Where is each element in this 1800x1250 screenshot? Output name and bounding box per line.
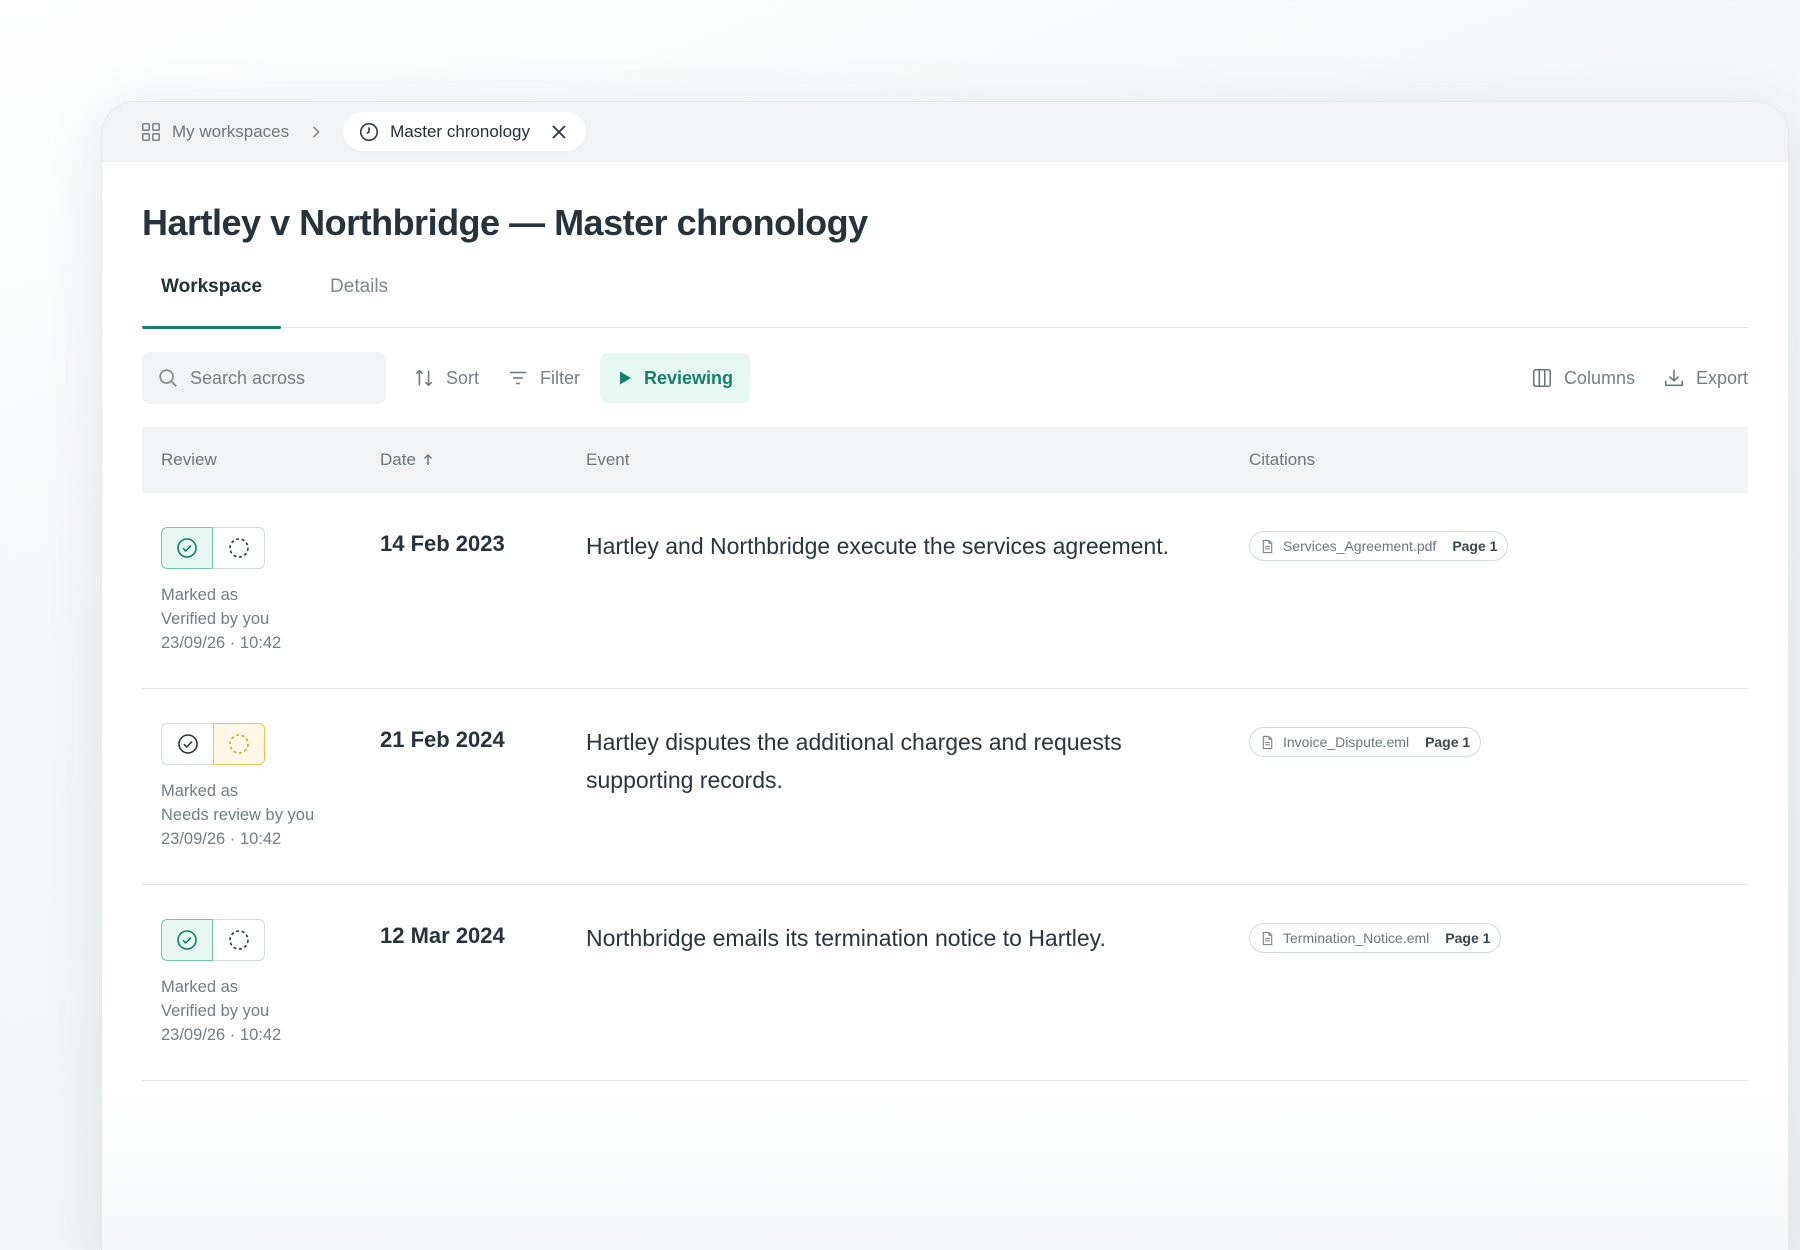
citation-chip[interactable]: Services_Agreement.pdf Page 1 bbox=[1249, 531, 1509, 561]
columns-button[interactable]: Columns bbox=[1531, 352, 1635, 404]
chevron-right-icon bbox=[312, 125, 320, 138]
citation-page: Page 1 bbox=[1445, 930, 1491, 946]
grid-icon bbox=[141, 122, 161, 141]
citation-file: Services_Agreement.pdf bbox=[1283, 538, 1437, 554]
tab-workspace[interactable]: Workspace bbox=[142, 264, 282, 329]
close-tab-button[interactable] bbox=[550, 123, 568, 141]
document-icon bbox=[1262, 539, 1273, 553]
toolbar: Sort Filter Reviewing Columns Export bbox=[142, 352, 1748, 404]
search-box[interactable] bbox=[142, 352, 386, 404]
needs-review-toggle[interactable] bbox=[213, 919, 265, 961]
dashed-circle-icon bbox=[229, 734, 249, 754]
review-status-text: Verified by you bbox=[161, 1002, 270, 1020]
filter-icon bbox=[509, 371, 527, 385]
arrow-up-icon bbox=[423, 453, 432, 465]
header-date[interactable]: Date bbox=[380, 450, 586, 470]
dashed-circle-icon bbox=[228, 930, 249, 950]
reviewing-label: Reviewing bbox=[644, 367, 734, 388]
header-review[interactable]: Review bbox=[142, 450, 380, 470]
dashed-circle-icon bbox=[228, 538, 249, 558]
date-cell: 12 Mar 2024 bbox=[380, 923, 505, 948]
breadcrumb-separator bbox=[309, 125, 323, 139]
review-cell: Marked as Needs review by you 23/09/26 ·… bbox=[142, 723, 380, 851]
top-bar: My workspaces Master chronology bbox=[102, 102, 1788, 162]
review-cell: Marked as Verified by you 23/09/26 · 10:… bbox=[142, 527, 380, 655]
columns-label: Columns bbox=[1563, 367, 1635, 388]
date-cell: 21 Feb 2024 bbox=[380, 727, 505, 752]
verified-toggle[interactable] bbox=[161, 919, 213, 961]
review-timestamp: 23/09/26 · 10:42 bbox=[161, 634, 282, 652]
citation-page: Page 1 bbox=[1452, 538, 1498, 554]
header-date-label: Date bbox=[380, 450, 416, 469]
review-status-text: Needs review by you bbox=[161, 806, 315, 824]
verified-toggle[interactable] bbox=[161, 723, 213, 765]
search-icon bbox=[159, 369, 177, 387]
header-citations[interactable]: Citations bbox=[1249, 450, 1748, 470]
table-header: Review Date Event Citations bbox=[142, 427, 1748, 493]
breadcrumb-my-workspaces[interactable]: My workspaces bbox=[140, 121, 289, 143]
citations-cell: Termination_Notice.eml Page 1 bbox=[1249, 919, 1748, 953]
sort-button[interactable]: Sort bbox=[399, 352, 493, 404]
citation-chip[interactable]: Termination_Notice.eml Page 1 bbox=[1249, 923, 1502, 953]
review-toggle-group bbox=[161, 723, 380, 765]
citation-file: Termination_Notice.eml bbox=[1283, 930, 1430, 946]
filter-button[interactable]: Filter bbox=[493, 352, 594, 404]
search-input[interactable] bbox=[190, 367, 370, 389]
clock-icon bbox=[360, 122, 379, 141]
citation-chip[interactable]: Invoice_Dispute.eml Page 1 bbox=[1249, 727, 1482, 757]
play-icon bbox=[620, 371, 632, 385]
open-tab-master-chronology[interactable]: Master chronology bbox=[343, 112, 586, 151]
page-title: Hartley v Northbridge — Master chronolog… bbox=[142, 202, 868, 243]
download-icon bbox=[1664, 369, 1683, 387]
review-meta-line: Marked as bbox=[161, 586, 239, 604]
check-circle-icon bbox=[177, 538, 197, 558]
review-toggle-group bbox=[161, 919, 380, 961]
verified-toggle[interactable] bbox=[161, 527, 213, 569]
breadcrumb-home-label: My workspaces bbox=[172, 121, 290, 141]
header-event[interactable]: Event bbox=[586, 450, 1249, 470]
export-label: Export bbox=[1695, 367, 1748, 388]
citation-file: Invoice_Dispute.eml bbox=[1283, 734, 1410, 750]
review-meta: Marked as Verified by you 23/09/26 · 10:… bbox=[161, 583, 380, 655]
needs-review-toggle[interactable] bbox=[213, 527, 265, 569]
review-cell: Marked as Verified by you 23/09/26 · 10:… bbox=[142, 919, 380, 1047]
app-window: My workspaces Master chronology Hartley … bbox=[101, 101, 1789, 1250]
tab-bar: Workspace Details bbox=[142, 264, 1748, 329]
chronology-table: Review Date Event Citations Marked as Ve… bbox=[142, 427, 1748, 1081]
citation-page: Page 1 bbox=[1425, 734, 1471, 750]
review-meta: Marked as Needs review by you 23/09/26 ·… bbox=[161, 779, 380, 851]
table-row[interactable]: Marked as Needs review by you 23/09/26 ·… bbox=[142, 689, 1748, 885]
review-toggle-group bbox=[161, 527, 380, 569]
main-content: Hartley v Northbridge — Master chronolog… bbox=[142, 162, 1748, 1081]
event-cell[interactable]: Northbridge emails its termination notic… bbox=[586, 919, 1249, 957]
reviewing-button[interactable]: Reviewing bbox=[600, 353, 751, 403]
document-icon bbox=[1262, 735, 1273, 749]
event-cell[interactable]: Hartley and Northbridge execute the serv… bbox=[586, 527, 1249, 565]
review-timestamp: 23/09/26 · 10:42 bbox=[161, 1026, 282, 1044]
close-icon bbox=[552, 124, 566, 139]
sort-label: Sort bbox=[446, 367, 480, 388]
filter-label: Filter bbox=[540, 367, 581, 388]
table-row[interactable]: Marked as Verified by you 23/09/26 · 10:… bbox=[142, 885, 1748, 1081]
review-meta-line: Marked as bbox=[161, 782, 239, 800]
check-circle-icon bbox=[177, 930, 197, 950]
citations-cell: Invoice_Dispute.eml Page 1 bbox=[1249, 723, 1748, 757]
review-meta-line: Marked as bbox=[161, 978, 239, 996]
columns-icon bbox=[1532, 368, 1551, 388]
citations-cell: Services_Agreement.pdf Page 1 bbox=[1249, 527, 1748, 561]
review-timestamp: 23/09/26 · 10:42 bbox=[161, 830, 282, 848]
open-tab-label: Master chronology bbox=[390, 121, 530, 141]
date-cell: 14 Feb 2023 bbox=[380, 531, 505, 556]
sort-icon bbox=[415, 369, 433, 387]
check-circle-icon bbox=[177, 734, 198, 754]
document-icon bbox=[1262, 931, 1273, 945]
tab-details[interactable]: Details bbox=[311, 264, 407, 328]
review-status-text: Verified by you bbox=[161, 610, 270, 628]
event-cell[interactable]: Hartley disputes the additional charges … bbox=[586, 723, 1249, 799]
needs-review-toggle[interactable] bbox=[213, 723, 265, 765]
table-row[interactable]: Marked as Verified by you 23/09/26 · 10:… bbox=[142, 493, 1748, 689]
review-meta: Marked as Verified by you 23/09/26 · 10:… bbox=[161, 975, 380, 1047]
export-button[interactable]: Export bbox=[1663, 352, 1748, 404]
